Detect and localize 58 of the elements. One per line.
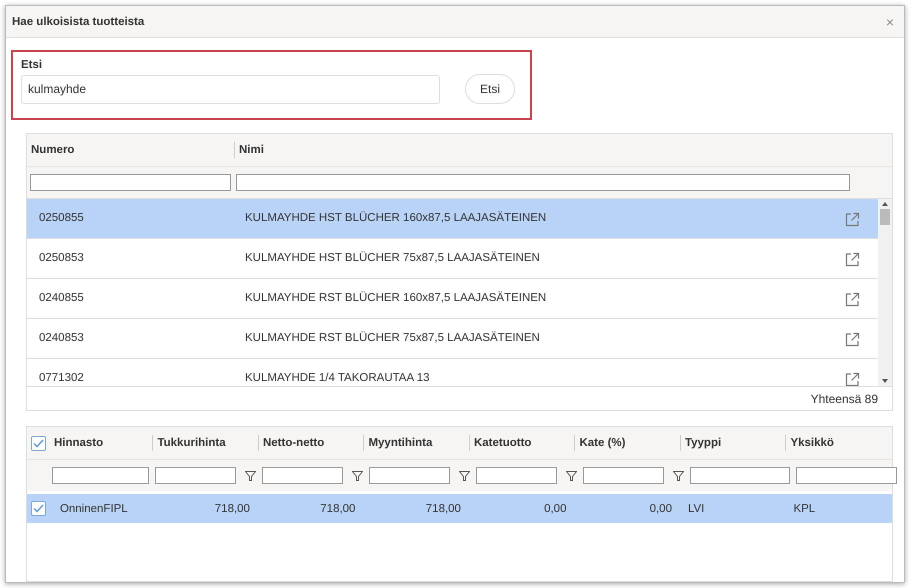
table-cell-text: 718,00 xyxy=(424,502,462,514)
filter-field[interactable] xyxy=(262,467,343,484)
filter-icon[interactable] xyxy=(352,470,363,480)
search-button[interactable]: Etsi xyxy=(465,74,516,104)
checkbox[interactable] xyxy=(31,501,46,516)
table-cell-text: 0250855 xyxy=(38,212,85,224)
external-link-icon[interactable] xyxy=(845,372,860,386)
table-cell-text: 0,00 xyxy=(648,502,673,514)
table-cell-text: LVI xyxy=(686,502,706,514)
filter-icon[interactable] xyxy=(673,470,684,480)
filter-field[interactable] xyxy=(369,467,450,484)
filter-field[interactable] xyxy=(236,174,850,191)
column-header[interactable]: Numero xyxy=(27,142,234,158)
filter-field[interactable] xyxy=(583,467,664,484)
external-link-icon[interactable] xyxy=(845,252,860,267)
total-count: Yhteensä 89 xyxy=(810,392,878,406)
table-cell-text: KULMAYHDE 1/4 TAKORAUTAA 13 xyxy=(245,372,430,384)
filter-field[interactable] xyxy=(476,467,557,484)
filter-field[interactable] xyxy=(690,467,790,484)
column-header[interactable]: Yksikkö xyxy=(785,435,892,451)
column-header[interactable]: Tukkurihinta xyxy=(152,435,258,451)
table-cell-text: 0250853 xyxy=(38,252,85,264)
table-cell-text: 718,00 xyxy=(214,502,251,514)
column-header[interactable]: Tyyppi xyxy=(680,435,786,451)
table-cell-text: KULMAYHDE HST BLÜCHER 160x87,5 LAAJASÄTEINEN xyxy=(245,212,548,224)
filter-field[interactable] xyxy=(52,467,149,484)
column-header[interactable]: Kate (%) xyxy=(574,435,680,451)
column-header[interactable]: Myyntihinta xyxy=(363,435,469,451)
filter-field[interactable] xyxy=(30,174,231,191)
table-cell-text: KULMAYHDE RST BLÜCHER 75x87,5 LAAJASÄTEINEN xyxy=(245,332,541,344)
search-field[interactable]: kulmayhde xyxy=(21,74,440,104)
filter-field[interactable] xyxy=(796,467,897,484)
search-label: Etsi xyxy=(21,59,44,71)
external-link-icon[interactable] xyxy=(845,332,860,347)
column-header[interactable]: Katetuotto xyxy=(468,435,574,451)
table-cell-text: 0,00 xyxy=(543,502,568,514)
scroll-thumb[interactable] xyxy=(880,209,890,225)
price-row[interactable]: OnninenFIPL 718,00 718,00 718,00 0,00 0,00 LVI KPL xyxy=(27,494,892,523)
window-title: Hae ulkoisista tuotteista xyxy=(12,16,144,28)
external-link-icon[interactable] xyxy=(845,212,860,227)
filter-icon[interactable] xyxy=(566,470,577,480)
table-cell-text: 0240855 xyxy=(38,292,85,304)
column-header[interactable]: Netto-netto xyxy=(258,435,364,451)
filter-icon[interactable] xyxy=(459,470,470,480)
table-cell-text: KULMAYHDE HST BLÜCHER 75x87,5 LAAJASÄTEINEN xyxy=(245,252,541,264)
column-header[interactable]: Hinnasto xyxy=(50,435,152,451)
table-cell-text: 718,00 xyxy=(319,502,356,514)
table-cell-text: KPL xyxy=(792,502,816,514)
table-cell-text: 0240853 xyxy=(38,332,85,344)
filter-icon[interactable] xyxy=(245,470,256,480)
column-header[interactable]: Nimi xyxy=(234,142,852,158)
table-cell-text: 0771302 xyxy=(38,372,85,384)
filter-field[interactable] xyxy=(155,467,236,484)
table-cell-text: OnninenFIPL xyxy=(58,502,129,514)
table-cell-text: KULMAYHDE RST BLÜCHER 160x87,5 LAAJASÄTEINEN xyxy=(245,292,548,304)
checkbox[interactable] xyxy=(31,436,46,450)
external-link-icon[interactable] xyxy=(845,292,860,307)
product-row[interactable]: 0250855 KULMAYHDE HST BLÜCHER 160x87,5 LAAJASÄTEINEN xyxy=(27,199,878,239)
